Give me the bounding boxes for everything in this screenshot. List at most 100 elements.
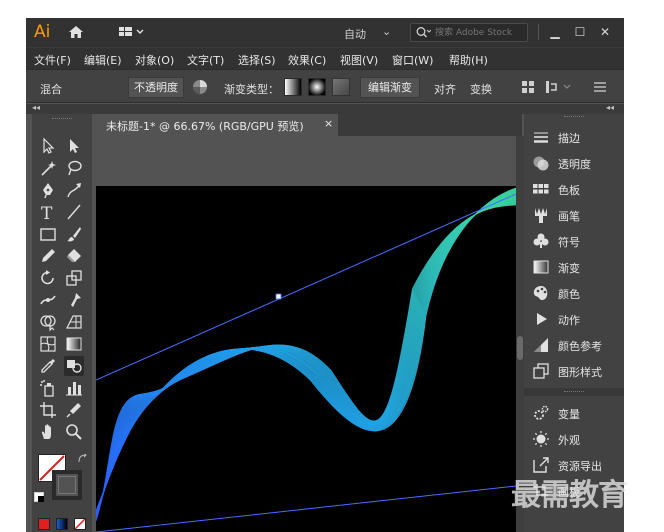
workspace-switcher[interactable]: 自动 <box>344 26 366 42</box>
type-tool-icon[interactable]: T <box>38 202 58 224</box>
search-icon <box>415 26 432 42</box>
menu-view[interactable]: 视图(V) <box>340 52 378 68</box>
opacity-button[interactable]: 不透明度 <box>128 77 184 98</box>
panel-graphic-styles[interactable]: 图形样式 <box>524 358 624 384</box>
scroll-thumb[interactable] <box>517 336 523 360</box>
magic-wand-tool-icon[interactable] <box>38 158 58 178</box>
gradient-tool-icon[interactable] <box>64 334 84 354</box>
default-fill-stroke-icon[interactable] <box>34 492 44 502</box>
line-tool-icon[interactable] <box>64 202 84 222</box>
minimize-button[interactable]: ▁ <box>544 22 566 42</box>
collapse-panels-icon[interactable]: ◂◂ <box>606 103 614 112</box>
menu-help[interactable]: 帮助(H) <box>449 52 488 68</box>
panel-variables[interactable]: 变量 <box>524 400 624 426</box>
panel-symbols[interactable]: 符号 <box>524 228 624 254</box>
panel-color-guide[interactable]: 颜色参考 <box>524 332 624 358</box>
isolate-icon[interactable] <box>520 79 536 95</box>
shape-builder-tool-icon[interactable] <box>38 312 58 332</box>
maximize-button[interactable]: ☐ <box>569 22 591 42</box>
slice-tool-icon[interactable] <box>64 400 84 420</box>
panel-swatches[interactable]: 色板 <box>524 176 624 202</box>
gradient-mode-icon[interactable] <box>56 518 68 530</box>
color-icon <box>532 284 550 302</box>
svg-text:T: T <box>41 204 53 222</box>
eraser-tool-icon[interactable] <box>64 246 84 266</box>
menu-effect[interactable]: 效果(C) <box>288 52 326 68</box>
zoom-tool-icon[interactable] <box>64 422 84 442</box>
panel-group-grip[interactable] <box>564 391 584 393</box>
panel-gradient[interactable]: 渐变 <box>524 254 624 280</box>
blend-strand <box>96 199 516 514</box>
panel-color[interactable]: 颜色 <box>524 280 624 306</box>
gradient-annotator-line-lower[interactable] <box>96 485 516 532</box>
blend-mode-label: 混合 <box>40 83 62 96</box>
artboard-tool-icon[interactable] <box>38 400 58 420</box>
menu-object[interactable]: 对象(O) <box>135 52 174 68</box>
menu-file[interactable]: 文件(F) <box>34 52 71 68</box>
arrange-documents-icon[interactable] <box>118 25 148 39</box>
stroke-swatch[interactable] <box>52 470 82 500</box>
menu-list-icon[interactable] <box>592 79 608 95</box>
panel-appearance[interactable]: 外观 <box>524 426 624 452</box>
panel-grip[interactable] <box>564 116 584 118</box>
align-link[interactable]: 对齐 <box>434 81 456 97</box>
pencil-tool-icon[interactable] <box>38 246 58 266</box>
puppet-warp-tool-icon[interactable] <box>64 290 84 310</box>
symbol-sprayer-tool-icon[interactable] <box>38 378 58 398</box>
mesh-tool-icon[interactable] <box>38 334 58 354</box>
close-window-button[interactable]: ✕ <box>594 22 616 42</box>
menu-edit[interactable]: 编辑(E) <box>84 52 122 68</box>
color-mode-icon[interactable] <box>38 518 50 530</box>
swap-fill-stroke-icon[interactable] <box>78 452 88 464</box>
freeform-gradient-icon[interactable] <box>332 78 350 96</box>
tools-panel: T <box>32 114 92 532</box>
column-graph-tool-icon[interactable] <box>64 378 84 398</box>
toolbar-grip[interactable] <box>52 118 72 120</box>
panel-actions[interactable]: 动作 <box>524 306 624 332</box>
canvas-area[interactable] <box>96 136 516 532</box>
home-icon[interactable] <box>68 25 84 39</box>
edit-gradient-button[interactable]: 编辑渐变 <box>360 77 420 98</box>
panel-stroke[interactable]: 描边 <box>524 124 624 150</box>
arrange-icon[interactable] <box>544 79 574 95</box>
scale-tool-icon[interactable] <box>64 268 84 288</box>
panel-label: 动作 <box>558 314 580 327</box>
linear-gradient-icon[interactable] <box>284 78 302 96</box>
divider <box>538 24 539 40</box>
stock-search[interactable] <box>410 23 528 42</box>
chevron-down-icon[interactable]: ⌄ <box>382 25 391 38</box>
artboard[interactable] <box>96 186 516 532</box>
document-tab-title[interactable]: 未标题-1* @ 66.67% (RGB/GPU 预览) <box>106 118 304 134</box>
lasso-tool-icon[interactable] <box>64 158 84 178</box>
transform-link[interactable]: 变换 <box>470 81 492 97</box>
stock-search-input[interactable] <box>435 25 525 40</box>
rectangle-tool-icon[interactable] <box>38 224 58 244</box>
width-tool-icon[interactable] <box>38 290 58 310</box>
menu-window[interactable]: 窗口(W) <box>392 52 433 68</box>
anchor-point[interactable] <box>275 293 282 300</box>
menu-type[interactable]: 文字(T) <box>187 52 224 68</box>
panel-brushes[interactable]: 画笔 <box>524 202 624 228</box>
eyedropper-tool-icon[interactable] <box>38 356 58 376</box>
app-logo: Ai <box>34 22 51 42</box>
blend-tool-icon[interactable] <box>64 356 84 376</box>
curvature-tool-icon[interactable] <box>64 180 84 200</box>
collapse-toolbar-icon[interactable]: ◂◂ <box>32 103 40 112</box>
hand-tool-icon[interactable] <box>38 422 58 442</box>
watermark: 最需教育 <box>511 478 628 513</box>
rotate-tool-icon[interactable] <box>38 268 58 288</box>
direct-selection-tool-icon[interactable] <box>64 136 84 156</box>
selection-tool-icon[interactable] <box>38 136 58 156</box>
panel-transparency[interactable]: 透明度 <box>524 150 624 176</box>
panel-label: 画笔 <box>558 210 580 223</box>
gradient-ribbon-artwork[interactable] <box>96 186 516 532</box>
document-tab[interactable]: 未标题-1* @ 66.67% (RGB/GPU 预览) × <box>96 114 338 136</box>
none-mode-icon[interactable] <box>74 518 86 530</box>
perspective-grid-tool-icon[interactable] <box>64 312 84 332</box>
recolor-icon[interactable] <box>192 79 208 95</box>
close-tab-icon[interactable]: × <box>324 117 333 130</box>
paintbrush-tool-icon[interactable] <box>64 224 84 244</box>
menu-select[interactable]: 选择(S) <box>238 52 276 68</box>
pen-tool-icon[interactable] <box>38 180 58 200</box>
radial-gradient-icon[interactable] <box>308 78 326 96</box>
